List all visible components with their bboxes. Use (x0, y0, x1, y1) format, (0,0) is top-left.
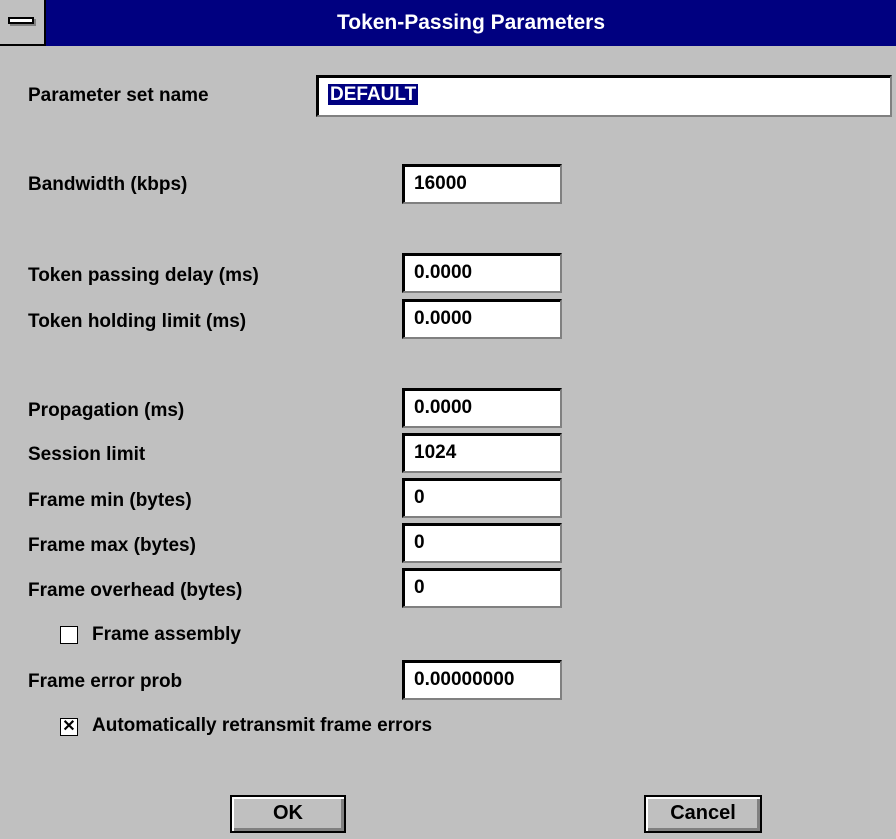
frame-error-prob-input[interactable]: 0.00000000 (402, 660, 562, 700)
token-holding-limit-input[interactable]: 0.0000 (402, 299, 562, 339)
system-menu-icon (8, 17, 34, 24)
propagation-input[interactable]: 0.0000 (402, 388, 562, 428)
auto-retransmit-label[interactable]: Automatically retransmit frame errors (92, 714, 432, 738)
cancel-button[interactable]: Cancel (644, 795, 762, 833)
frame-overhead-input[interactable]: 0 (402, 568, 562, 608)
frame-error-prob-label: Frame error prob (28, 671, 183, 692)
bandwidth-label: Bandwidth (kbps) (28, 174, 188, 195)
parameter-set-name-label: Parameter set name (28, 85, 209, 106)
session-limit-input[interactable]: 1024 (402, 433, 562, 473)
token-passing-delay-label: Token passing delay (ms) (28, 265, 259, 286)
parameter-set-name-value: DEFAULT (328, 84, 419, 105)
frame-min-input[interactable]: 0 (402, 478, 562, 518)
title-bar[interactable]: Token-Passing Parameters (0, 0, 896, 46)
frame-assembly-checkbox[interactable] (60, 626, 78, 644)
frame-max-input[interactable]: 0 (402, 523, 562, 563)
ok-button[interactable]: OK (230, 795, 346, 833)
system-menu-button[interactable] (0, 0, 46, 46)
frame-assembly-label[interactable]: Frame assembly (92, 623, 241, 647)
bandwidth-input[interactable]: 16000 (402, 164, 562, 204)
token-holding-limit-label: Token holding limit (ms) (28, 311, 247, 332)
window-title: Token-Passing Parameters (336, 11, 606, 34)
propagation-label: Propagation (ms) (28, 400, 185, 421)
auto-retransmit-checkbox[interactable]: ✕ (60, 718, 78, 736)
session-limit-label: Session limit (28, 444, 146, 465)
parameter-set-name-input[interactable]: DEFAULT (316, 75, 892, 117)
frame-overhead-label: Frame overhead (bytes) (28, 580, 243, 601)
frame-max-label: Frame max (bytes) (28, 535, 196, 556)
token-passing-delay-input[interactable]: 0.0000 (402, 253, 562, 293)
frame-min-label: Frame min (bytes) (28, 490, 192, 511)
